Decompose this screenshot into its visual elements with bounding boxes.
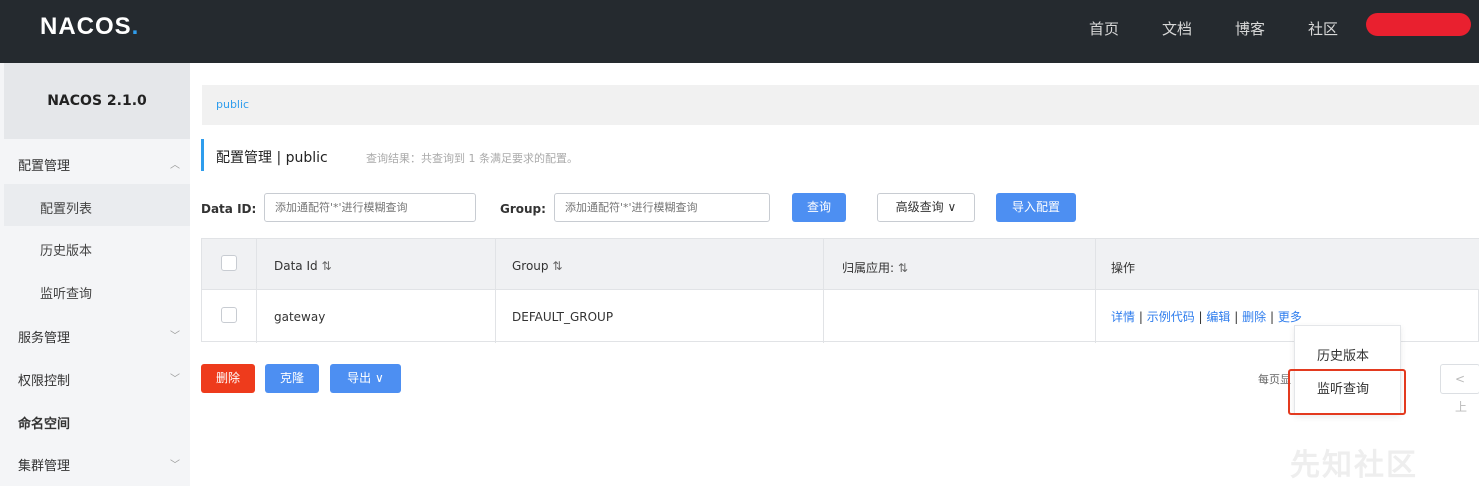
separator: |: [1269, 310, 1278, 324]
header-cell[interactable]: 归属应用: ⇅: [842, 259, 908, 276]
dataid-label: Data ID:: [201, 202, 257, 216]
page-size-label: 每页显: [1258, 373, 1291, 386]
action-sample-code-link[interactable]: 示例代码: [1147, 310, 1195, 324]
chevron-down-icon: ﹀: [170, 331, 180, 342]
sidebar-item-service-mgmt[interactable]: 服务管理: [18, 327, 70, 346]
advanced-query-button[interactable]: 高级查询 ∨: [877, 193, 975, 222]
select-all-checkbox[interactable]: [221, 255, 237, 271]
sidebar-item-namespace[interactable]: 命名空间: [18, 413, 70, 432]
page-title: 配置管理 | public: [216, 150, 328, 166]
namespace-link-public[interactable]: public: [216, 98, 249, 111]
top-navbar: NACOS. 首页 文档 博客 社区: [0, 0, 1479, 63]
group-input[interactable]: [554, 193, 770, 222]
menu-item-history[interactable]: 历史版本: [1317, 345, 1369, 364]
col-divider: [823, 239, 824, 343]
header-app: 归属应用:: [842, 261, 895, 275]
sort-icon: ⇅: [897, 261, 908, 275]
table-header: [202, 239, 1479, 290]
separator: |: [1234, 310, 1243, 324]
header-actions: 操作: [1111, 261, 1136, 275]
chevron-down-icon: ﹀: [170, 374, 180, 385]
sort-icon: ⇅: [552, 259, 563, 273]
chevron-up-icon: ︿: [170, 160, 180, 171]
header-cell[interactable]: Data Id ⇅: [274, 259, 332, 273]
separator: |: [1138, 310, 1147, 324]
cell-dataid: gateway: [274, 310, 326, 324]
cell-group: DEFAULT_GROUP: [512, 310, 614, 324]
bulk-export-button[interactable]: 导出 ∨: [330, 364, 401, 393]
sidebar-active-bg: [4, 184, 190, 226]
query-button[interactable]: 查询: [792, 193, 846, 222]
bulk-delete-button[interactable]: 删除: [201, 364, 255, 393]
action-detail-link[interactable]: 详情: [1111, 310, 1135, 324]
import-config-button[interactable]: 导入配置: [996, 193, 1076, 222]
logo-text: NACOS: [40, 13, 132, 40]
header-group: Group: [512, 259, 549, 273]
sidebar-item-config-list[interactable]: 配置列表: [40, 198, 92, 217]
query-result-info: 查询结果：共查询到 1 条满足要求的配置。: [366, 152, 578, 165]
bulk-clone-button[interactable]: 克隆: [265, 364, 319, 393]
sidebar-item-history[interactable]: 历史版本: [40, 240, 92, 259]
action-delete-link[interactable]: 删除: [1242, 310, 1266, 324]
action-edit-link[interactable]: 编辑: [1206, 310, 1230, 324]
redacted-user-badge[interactable]: [1366, 13, 1471, 36]
annotation-highlight-box: [1288, 369, 1406, 415]
sidebar-item-config-mgmt[interactable]: 配置管理: [18, 155, 70, 174]
sidebar-item-listener[interactable]: 监听查询: [40, 283, 92, 302]
sort-icon: ⇅: [321, 259, 332, 273]
nav-docs[interactable]: 文档: [1162, 0, 1192, 63]
group-label: Group:: [500, 202, 546, 216]
header-cell[interactable]: Group ⇅: [512, 259, 562, 273]
nav-community[interactable]: 社区: [1308, 0, 1338, 63]
row-actions: 详情 | 示例代码 | 编辑 | 删除 | 更多: [1111, 308, 1302, 325]
prev-page-button[interactable]: < 上: [1440, 364, 1479, 414]
export-label: 导出: [347, 371, 372, 385]
dataid-input[interactable]: [264, 193, 476, 222]
chevron-down-icon: ∨: [375, 371, 384, 385]
col-divider: [256, 239, 257, 343]
col-divider: [1095, 239, 1096, 343]
title-accent-bar: [201, 139, 204, 171]
sidebar-version: NACOS 2.1.0: [4, 63, 190, 139]
config-table: Data Id ⇅ Group ⇅ 归属应用: ⇅ 操作 gateway DEF…: [201, 238, 1479, 343]
col-divider: [495, 239, 496, 343]
sidebar-item-auth[interactable]: 权限控制: [18, 370, 70, 389]
nav-home[interactable]: 首页: [1089, 0, 1119, 63]
sidebar-item-cluster[interactable]: 集群管理: [18, 455, 70, 474]
row-checkbox[interactable]: [221, 307, 237, 323]
nacos-logo[interactable]: NACOS.: [40, 13, 139, 43]
header-dataid: Data Id: [274, 259, 318, 273]
sidebar: NACOS 2.1.0 配置管理 ︿ 配置列表 历史版本 监听查询 服务管理 ﹀…: [0, 63, 190, 486]
namespace-bar: public: [202, 85, 1479, 125]
advanced-query-label: 高级查询: [895, 200, 944, 214]
watermark: 先知社区: [1290, 448, 1418, 483]
nav-blog[interactable]: 博客: [1235, 0, 1265, 63]
chevron-down-icon: ∨: [947, 200, 957, 214]
logo-dot: .: [131, 13, 140, 40]
chevron-down-icon: ﹀: [170, 460, 180, 471]
action-more-link[interactable]: 更多: [1278, 310, 1302, 324]
